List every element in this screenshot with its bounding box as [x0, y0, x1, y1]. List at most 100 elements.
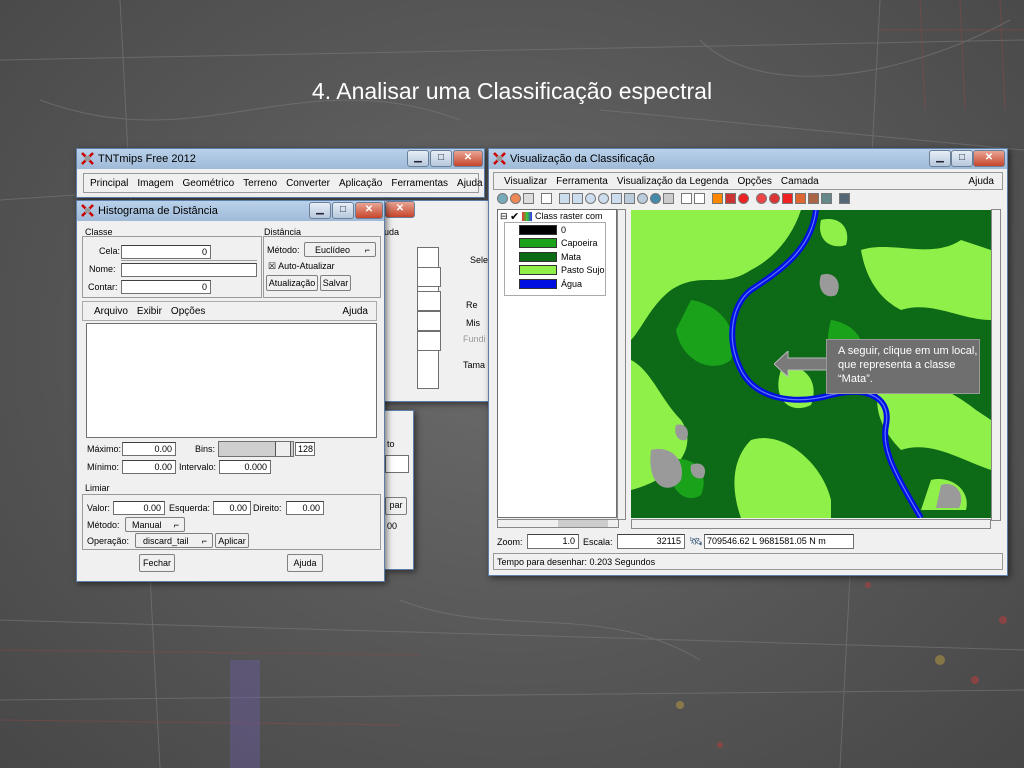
menu-ajuda[interactable]: Ajuda: [968, 176, 994, 187]
metodo2-dropdown[interactable]: Manual ⌐: [125, 517, 185, 532]
search-icon[interactable]: [756, 193, 767, 204]
collapse-icon[interactable]: ⊟: [500, 211, 508, 222]
menu-principal[interactable]: Principal: [90, 178, 128, 189]
hidden-par-button[interactable]: par: [385, 497, 407, 515]
ajuda-button[interactable]: Ajuda: [287, 554, 323, 572]
stop-icon[interactable]: [738, 193, 749, 204]
properties-icon[interactable]: [839, 193, 850, 204]
minimo-field[interactable]: 0.00: [122, 460, 176, 474]
zoom-field[interactable]: 1.0: [527, 534, 579, 549]
gallery-icon[interactable]: [808, 193, 819, 204]
legend-hscroll[interactable]: [497, 519, 619, 528]
legend-hscroll-thumb[interactable]: [558, 520, 608, 527]
table-icon[interactable]: [821, 193, 832, 204]
hidden-field-1[interactable]: [417, 267, 441, 287]
histogram-maximize-button[interactable]: □: [332, 202, 354, 219]
edit-icon[interactable]: [795, 193, 806, 204]
map-hscroll[interactable]: [631, 519, 991, 529]
minimize-button[interactable]: ▁: [407, 150, 429, 167]
tntmips-app-icon: [81, 152, 94, 165]
viz-app-icon: [493, 152, 506, 165]
hidden-field-5[interactable]: [385, 455, 409, 473]
forward-icon[interactable]: [725, 193, 736, 204]
zoom-extent-icon[interactable]: [624, 193, 635, 204]
histogram-minimize-button[interactable]: ▁: [309, 202, 331, 219]
atualizacao-button[interactable]: Atualização: [266, 275, 318, 291]
fechar-button[interactable]: Fechar: [139, 554, 175, 572]
maximo-field[interactable]: 0.00: [122, 442, 176, 456]
tntmips-titlebar: TNTmips Free 2012 ▁ □ ✕: [77, 149, 484, 169]
zoom-in-icon[interactable]: [585, 193, 596, 204]
zoom-out-icon[interactable]: [598, 193, 609, 204]
salvar-button[interactable]: Salvar: [320, 275, 351, 291]
escala-field[interactable]: 32115: [617, 534, 685, 549]
operacao-value: discard_tail: [143, 536, 189, 546]
snapshot-icon[interactable]: [663, 193, 674, 204]
contar-field[interactable]: 0: [121, 280, 211, 294]
viz-minimize-button[interactable]: ▁: [929, 150, 951, 167]
menu-ferramentas[interactable]: Ferramentas: [391, 178, 448, 189]
menu-arquivo[interactable]: Arquivo: [94, 306, 128, 317]
hidden-field-2[interactable]: [417, 291, 441, 311]
viz-menubar: Visualizar Ferramenta Visualização da Lege…: [493, 172, 1003, 190]
menu-aplicacao[interactable]: Aplicação: [339, 178, 382, 189]
direita-field[interactable]: 0.00: [286, 501, 324, 515]
auto-atualizar-checkbox[interactable]: ☒ Auto-Atualizar: [268, 261, 335, 272]
close-button[interactable]: ✕: [453, 150, 483, 167]
menu-ferramenta[interactable]: Ferramenta: [556, 176, 608, 187]
move-icon[interactable]: [541, 193, 552, 204]
bins-label: Bins:: [195, 444, 216, 454]
legend-swatch-agua: [519, 279, 557, 289]
menu-opcoes[interactable]: Opções: [171, 306, 205, 317]
map-vscroll[interactable]: [991, 209, 1001, 521]
slider-handle[interactable]: [275, 442, 291, 456]
bins-field[interactable]: 128: [295, 442, 315, 456]
metodo-dropdown[interactable]: Euclídeo ⌐: [304, 242, 376, 257]
menu-exibir[interactable]: Exibir: [137, 306, 162, 317]
hidden-close-button[interactable]: ✕: [385, 201, 415, 218]
zoom-box-icon[interactable]: [611, 193, 622, 204]
bins-slider[interactable]: [218, 441, 294, 457]
legend-vscroll[interactable]: [617, 209, 626, 520]
menu-visualizar[interactable]: Visualizar: [504, 176, 547, 187]
menu-ajuda[interactable]: Ajuda: [457, 178, 483, 189]
menu-terreno[interactable]: Terreno: [243, 178, 277, 189]
distancia-label: Distância: [264, 227, 302, 237]
status-bar: Tempo para desenhar: 0.203 Segundos: [493, 553, 1003, 570]
layer-manager-icon[interactable]: [523, 193, 534, 204]
menu-visualizacao-legenda[interactable]: Visualização da Legenda: [617, 176, 729, 187]
menu-geometrico[interactable]: Geométrico: [182, 178, 234, 189]
nome-field[interactable]: [121, 263, 257, 277]
valor-field[interactable]: 0.00: [113, 501, 165, 515]
info-icon[interactable]: [681, 193, 692, 204]
globe-icon[interactable]: [650, 193, 661, 204]
chart-icon[interactable]: [694, 193, 705, 204]
maximize-button[interactable]: □: [430, 150, 452, 167]
zoom-full-icon[interactable]: [572, 193, 583, 204]
select-cursor-icon[interactable]: [782, 193, 793, 204]
cela-field[interactable]: 0: [121, 245, 211, 259]
menu-ajuda[interactable]: Ajuda: [342, 306, 368, 317]
pan-icon[interactable]: [559, 193, 570, 204]
esquerda-field[interactable]: 0.00: [213, 501, 251, 515]
redraw-icon[interactable]: [497, 193, 508, 204]
viz-maximize-button[interactable]: □: [951, 150, 973, 167]
menu-converter[interactable]: Converter: [286, 178, 330, 189]
histogram-close-button[interactable]: ✕: [355, 202, 383, 219]
target-icon[interactable]: [769, 193, 780, 204]
back-icon[interactable]: [712, 193, 723, 204]
fit-icon[interactable]: [637, 193, 648, 204]
hidden-field-4[interactable]: [417, 331, 441, 351]
viz-close-button[interactable]: ✕: [973, 150, 1005, 167]
checkbox-checked-icon: ☒: [268, 261, 277, 271]
aplicar-button[interactable]: Aplicar: [215, 533, 249, 548]
callout-arrow: [774, 351, 828, 377]
add-layer-icon[interactable]: [510, 193, 521, 204]
menu-camada[interactable]: Camada: [781, 176, 819, 187]
intervalo-field[interactable]: 0.000: [219, 460, 271, 474]
menu-imagem[interactable]: Imagem: [137, 178, 173, 189]
hidden-field-3[interactable]: [417, 311, 441, 331]
menu-opcoes[interactable]: Opções: [737, 176, 771, 187]
operacao-dropdown[interactable]: discard_tail ⌐: [135, 533, 213, 548]
metodo2-value: Manual: [132, 520, 162, 530]
